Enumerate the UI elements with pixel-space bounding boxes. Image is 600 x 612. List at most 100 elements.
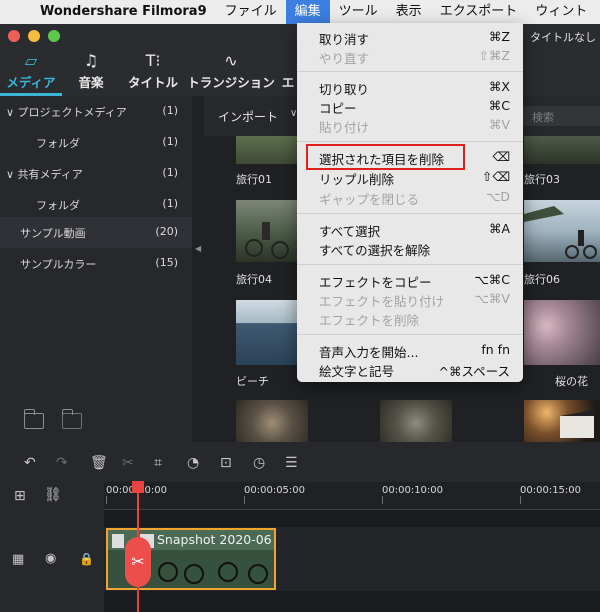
delete-folder-icon[interactable] xyxy=(62,409,82,429)
media-thumbnail[interactable] xyxy=(236,400,308,442)
menu-export[interactable]: エクスポート xyxy=(431,0,527,24)
scissors-icon[interactable]: ✂ xyxy=(122,455,134,471)
menu-item-redo[interactable]: やり直す ⇧⌘Z xyxy=(297,46,523,66)
media-caption: ビーチ xyxy=(236,375,269,388)
media-caption: 旅行06 xyxy=(524,273,560,286)
menu-edit[interactable]: 編集 xyxy=(285,0,330,24)
media-thumbnail[interactable] xyxy=(236,136,298,164)
eye-icon[interactable]: ◉ xyxy=(45,551,56,566)
menu-item-deselect-all[interactable]: すべての選択を解除 xyxy=(297,238,523,258)
crop-icon[interactable]: ⌗ xyxy=(154,455,162,471)
menu-item-close-gap[interactable]: ギャップを閉じる ⌥D xyxy=(297,187,523,207)
redo-icon[interactable]: ↷ xyxy=(56,455,68,471)
menu-item-shortcut: ⌥⌘V xyxy=(474,291,510,306)
menu-item-cut[interactable]: 切り取り ⌘X xyxy=(297,77,523,97)
ruler-time: 00:00:10:00 xyxy=(382,485,444,496)
link-icon[interactable]: ⛓ xyxy=(44,487,62,503)
color-palette-icon[interactable]: ◔ xyxy=(187,455,199,471)
sidebar-item-label: ∨ プロジェクトメディア xyxy=(6,106,127,119)
tab-label: 音楽 xyxy=(78,75,104,90)
menu-item-label: エフェクトを削除 xyxy=(319,313,420,328)
sidebar-item-shared-folder[interactable]: フォルダ (1) xyxy=(0,189,192,220)
menu-item-shortcut: ⇧⌫ xyxy=(481,169,510,184)
media-thumbnail[interactable] xyxy=(236,300,298,365)
menu-separator xyxy=(297,141,523,142)
menu-item-ripple-delete[interactable]: リップル削除 ⇧⌫ xyxy=(297,167,523,187)
menu-view[interactable]: 表示 xyxy=(387,0,431,24)
sidebar-item-label: ∨ 共有メディア xyxy=(6,168,83,181)
lake-cyclists-image xyxy=(524,206,597,259)
media-caption: 旅行03 xyxy=(524,173,560,186)
tab-media[interactable]: ▱ メディア xyxy=(2,50,60,91)
menu-item-shortcut: ⌘A xyxy=(488,221,510,236)
playhead-handle[interactable] xyxy=(132,481,144,493)
sidebar-item-shared-media[interactable]: ∨ 共有メディア (1) xyxy=(0,158,192,189)
sidebar-item-count: (15) xyxy=(155,256,178,269)
sidebar-item-count: (20) xyxy=(155,225,178,238)
minimize-window-button[interactable] xyxy=(28,30,40,42)
media-thumbnail[interactable] xyxy=(236,200,298,262)
tab-transitions[interactable]: ∿ トランジション xyxy=(186,50,276,91)
folder-icon: ▱ xyxy=(24,51,38,70)
menu-file[interactable]: ファイル xyxy=(216,0,286,24)
menu-tools[interactable]: ツール xyxy=(330,0,387,24)
menu-separator xyxy=(297,264,523,265)
menu-item-emoji-symbols[interactable]: 絵文字と記号 ^⌘スペース xyxy=(297,359,523,379)
snapshot-icon[interactable]: ⊡ xyxy=(220,455,232,471)
sidebar-item-label: サンプル動画 xyxy=(20,227,86,240)
annotation-highlight-box xyxy=(306,144,465,170)
sidebar-item-sample-color[interactable]: サンプルカラー (15) xyxy=(0,248,192,279)
menu-item-shortcut: ⌥⌘C xyxy=(474,272,510,287)
media-thumbnail[interactable] xyxy=(524,136,600,164)
media-thumbnail[interactable] xyxy=(524,200,600,262)
media-thumbnail[interactable] xyxy=(380,400,452,442)
menu-item-label: ギャップを閉じる xyxy=(319,192,420,207)
menu-item-label: 絵文字と記号 xyxy=(319,364,395,379)
zoom-window-button[interactable] xyxy=(48,30,60,42)
clapperboard-image xyxy=(560,410,594,438)
menu-window[interactable]: ウィント xyxy=(526,0,596,24)
menu-separator xyxy=(297,334,523,335)
adjust-sliders-icon[interactable]: ☰ xyxy=(285,455,298,471)
lock-icon[interactable]: 🔒 xyxy=(79,552,94,566)
film-strip-icon: ▦ xyxy=(12,552,25,567)
menu-item-paste[interactable]: 貼り付け ⌘V xyxy=(297,115,523,135)
menu-item-paste-effect[interactable]: エフェクトを貼り付け ⌥⌘V xyxy=(297,289,523,309)
media-thumbnail[interactable] xyxy=(524,400,600,442)
import-button[interactable]: インポート xyxy=(218,108,278,125)
sidebar-item-label: フォルダ xyxy=(36,199,80,212)
new-folder-icon[interactable] xyxy=(24,409,44,429)
edit-menu-dropdown: 取り消す ⌘Z やり直す ⇧⌘Z 切り取り ⌘X コピー ⌘C 貼り付け ⌘V … xyxy=(297,23,523,382)
add-track-icon[interactable]: ⊞ xyxy=(14,488,26,504)
search-input[interactable]: 検索 xyxy=(522,106,600,126)
media-caption: 旅行01 xyxy=(236,173,272,186)
ruler-tick xyxy=(106,496,107,504)
tab-label: トランジション xyxy=(187,75,275,90)
tab-effects[interactable]: エ xyxy=(280,50,296,91)
menu-item-copy[interactable]: コピー ⌘C xyxy=(297,96,523,116)
menu-item-copy-effect[interactable]: エフェクトをコピー ⌥⌘C xyxy=(297,270,523,290)
sidebar-item-sample-video[interactable]: サンプル動画 (20) xyxy=(0,217,192,248)
split-scissors-icon[interactable]: ✂ xyxy=(125,537,151,587)
tab-titles[interactable]: T⁝ タイトル xyxy=(125,50,181,91)
menu-item-delete-effect[interactable]: エフェクトを削除 xyxy=(297,308,523,328)
collapse-panel-icon[interactable]: ◀ xyxy=(195,244,201,253)
undo-icon[interactable]: ↶ xyxy=(24,455,36,471)
media-thumbnail[interactable] xyxy=(524,300,600,365)
speed-clock-icon[interactable]: ◷ xyxy=(253,455,265,471)
sidebar-item-count: (1) xyxy=(162,166,178,179)
sidebar-item-count: (1) xyxy=(162,135,178,148)
tab-label: メディア xyxy=(6,75,56,90)
menu-item-shortcut: ⌘C xyxy=(488,98,510,113)
trash-icon[interactable]: 🗑 xyxy=(90,455,108,471)
ruler-tick xyxy=(382,496,383,504)
sidebar-item-project-folder[interactable]: フォルダ (1) xyxy=(0,127,192,158)
close-window-button[interactable] xyxy=(8,30,20,42)
panel-divider[interactable] xyxy=(192,96,204,442)
sidebar-item-project-media[interactable]: ∨ プロジェクトメディア (1) xyxy=(0,96,192,127)
menu-item-undo[interactable]: 取り消す ⌘Z xyxy=(297,27,523,47)
menu-item-start-dictation[interactable]: 音声入力を開始... fn fn xyxy=(297,340,523,360)
menu-app-name[interactable]: Wondershare Filmora9 xyxy=(36,0,216,24)
menu-item-select-all[interactable]: すべて選択 ⌘A xyxy=(297,219,523,239)
tab-audio[interactable]: ♫ 音楽 xyxy=(66,50,116,91)
